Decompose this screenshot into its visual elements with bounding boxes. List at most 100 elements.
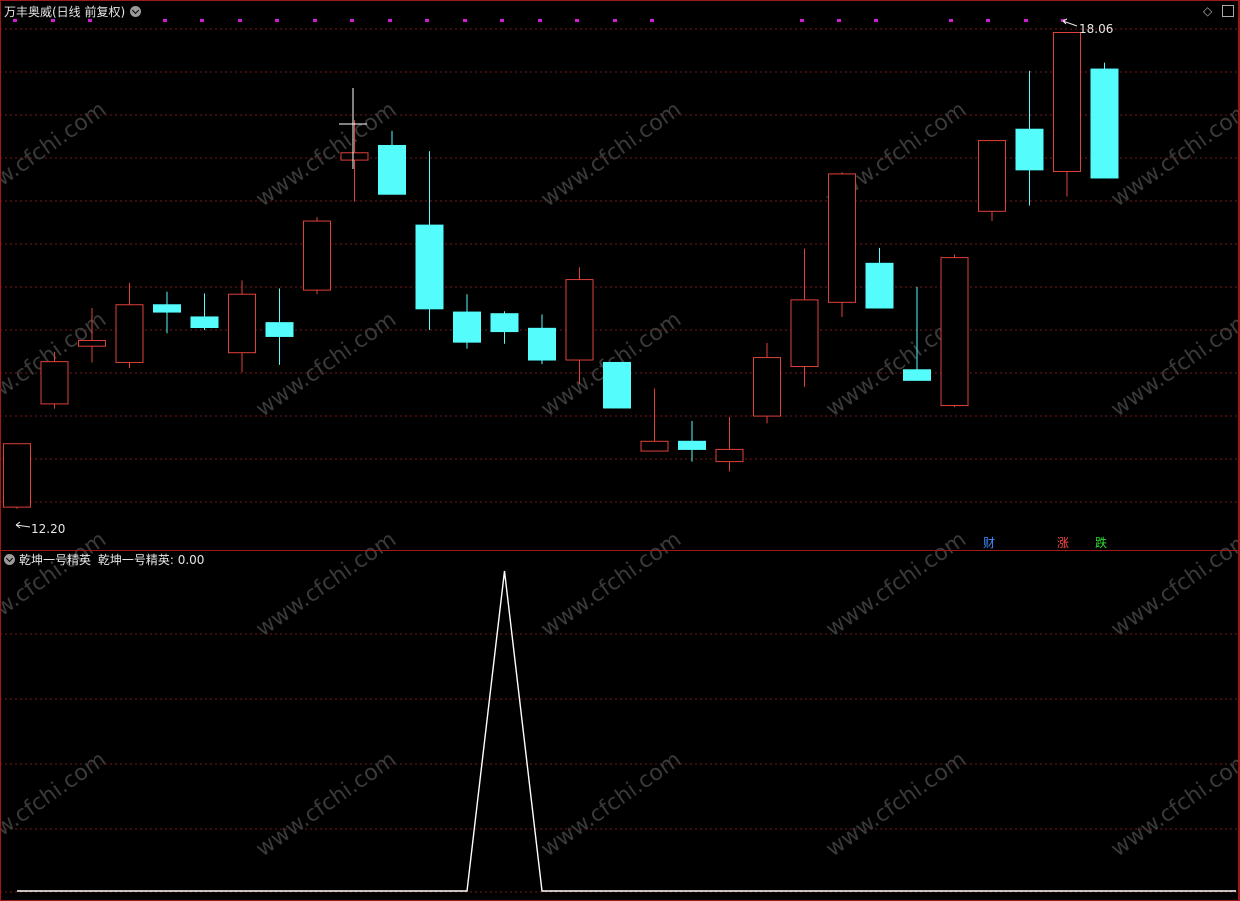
candle-body xyxy=(190,316,219,329)
dot-marker xyxy=(575,19,579,22)
candle xyxy=(790,248,819,387)
event-markers[interactable]: 财 涨 跌 xyxy=(983,535,1107,550)
dot-marker xyxy=(800,19,804,22)
candle-body xyxy=(115,304,144,363)
candle xyxy=(978,140,1006,222)
dot-marker xyxy=(388,19,392,22)
indicator-title: 乾坤一号精英 xyxy=(19,553,92,567)
candle xyxy=(3,443,31,509)
candle xyxy=(115,282,144,369)
candle-body xyxy=(903,369,931,381)
indicator-line xyxy=(17,570,1236,892)
watermark-text: www.cfchi.com xyxy=(0,97,111,212)
top-dot-markers xyxy=(13,19,1065,22)
dot-marker xyxy=(463,19,467,22)
candle xyxy=(228,280,256,373)
main-panel-header[interactable]: 万丰奥威(日线 前复权) xyxy=(4,3,142,21)
candle xyxy=(378,130,406,195)
candle xyxy=(603,361,631,409)
candle-body xyxy=(603,361,631,409)
marker-cai: 财 xyxy=(983,536,995,550)
candle-body xyxy=(978,140,1006,212)
candle xyxy=(940,254,969,408)
dot-marker xyxy=(1024,19,1028,22)
candle xyxy=(153,291,181,334)
dot-marker xyxy=(613,19,617,22)
high-arrow-icon xyxy=(1062,18,1078,27)
candle-body xyxy=(340,152,369,161)
candle xyxy=(865,247,894,309)
dot-marker xyxy=(163,19,167,22)
candle-body xyxy=(678,440,706,450)
watermark-text: www.cfchi.com xyxy=(1107,527,1240,642)
low-arrow-icon xyxy=(15,521,31,529)
settings-panel-icon[interactable] xyxy=(1222,5,1234,17)
candle-body xyxy=(565,279,594,361)
candle xyxy=(415,151,444,330)
dot-marker xyxy=(500,19,504,22)
candle xyxy=(265,288,294,365)
candle xyxy=(640,388,669,452)
chart-stage[interactable]: www.cfchi.com www.cfchi.com www.cfchi.com w… xyxy=(0,0,1240,901)
diamond-icon[interactable]: ◇ xyxy=(1203,4,1212,18)
candle-body xyxy=(940,257,969,407)
candle xyxy=(1053,32,1081,197)
candle-body xyxy=(1090,68,1119,179)
marker-die: 跌 xyxy=(1095,535,1107,550)
candle xyxy=(715,416,744,472)
indicator-value: 乾坤一号精英: 0.00 xyxy=(97,553,205,567)
dot-marker xyxy=(275,19,279,22)
candle-body xyxy=(715,448,744,463)
candle-body xyxy=(1053,32,1081,172)
candle-body xyxy=(753,357,781,417)
watermark-text: www.cfchi.com xyxy=(252,527,401,642)
candle xyxy=(828,172,856,317)
candle-body xyxy=(790,299,819,368)
candle xyxy=(1015,70,1044,206)
watermark-text: www.cfchi.com xyxy=(822,527,971,642)
watermark-text: www.cfchi.com xyxy=(1107,307,1240,422)
candle xyxy=(303,216,331,295)
candle-body xyxy=(378,144,406,195)
candle-body xyxy=(453,311,481,343)
dot-marker xyxy=(350,19,354,22)
dot-marker xyxy=(200,19,204,22)
dot-marker xyxy=(837,19,841,22)
high-label: 18.06 xyxy=(1079,22,1113,36)
candle-body xyxy=(865,262,894,309)
candle-body xyxy=(640,440,669,452)
candle xyxy=(190,293,219,330)
dot-marker xyxy=(986,19,990,22)
candle xyxy=(453,294,481,349)
marker-zhang: 涨 xyxy=(1057,535,1069,550)
candle-body xyxy=(153,304,181,313)
watermark-text: www.cfchi.com xyxy=(0,527,111,642)
candle-body xyxy=(1015,128,1044,171)
dropdown-icon[interactable] xyxy=(4,554,15,565)
dropdown-icon[interactable] xyxy=(130,6,142,17)
candle-body xyxy=(265,322,294,337)
candle xyxy=(753,342,781,424)
watermarks: www.cfchi.com www.cfchi.com www.cfchi.com w… xyxy=(0,97,1240,862)
dot-marker xyxy=(313,19,317,22)
dot-marker xyxy=(949,19,953,22)
candle-body xyxy=(828,173,856,303)
indicator-panel-header[interactable]: 乾坤一号精英 乾坤一号精英: 0.00 xyxy=(2,551,204,569)
dot-marker xyxy=(238,19,242,22)
candle-body xyxy=(228,293,256,354)
candle xyxy=(1090,62,1119,179)
candle-body xyxy=(3,443,31,508)
candle-body xyxy=(415,224,444,310)
candle xyxy=(528,314,556,365)
candle-body xyxy=(490,313,519,333)
dot-marker xyxy=(874,19,878,22)
dot-marker xyxy=(425,19,429,22)
candle xyxy=(490,311,519,344)
main-panel-title: 万丰奥威(日线 前复权) xyxy=(4,5,126,19)
candle-body xyxy=(528,327,556,361)
candle-body xyxy=(40,361,69,405)
candle xyxy=(678,420,706,462)
watermark-text: www.cfchi.com xyxy=(537,527,686,642)
candle-body xyxy=(303,220,331,291)
watermark-text: www.cfchi.com xyxy=(537,97,686,212)
